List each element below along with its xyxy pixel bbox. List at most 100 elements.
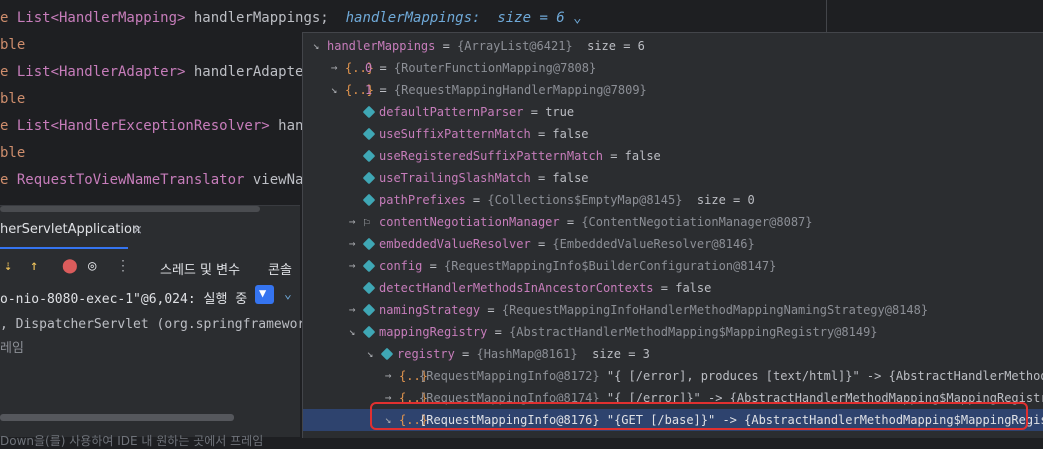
variable-text: contentNegotiationManager = {ContentNego… [379, 211, 813, 233]
variable-row[interactable]: ↘ handlerMappings = {ArrayList@6421} size… [303, 35, 1043, 57]
equals-sign: = [487, 325, 510, 339]
frames-horizontal-scrollbar[interactable] [0, 414, 234, 421]
keyword: e [0, 172, 17, 188]
expand-icon[interactable]: → [381, 365, 395, 387]
close-icon[interactable]: × [132, 223, 143, 238]
variable-text: pathPrefixes = {Collections$EmptyMap@814… [379, 189, 755, 211]
variable-name: useTrailingSlashMatch [379, 171, 531, 185]
collapse-icon[interactable]: ↘ [345, 321, 359, 343]
run-config-tab[interactable]: herServletApplication [0, 222, 140, 237]
expand-icon[interactable]: → [345, 211, 359, 233]
variable-text: detectHandlerMethodsInAncestorContexts =… [379, 277, 711, 299]
variable-row[interactable]: ↘ mappingRegistry = {AbstractHandlerMetho… [303, 321, 1043, 343]
inline-value-hint[interactable]: handlerMappings: size = 6 [346, 10, 565, 26]
keyword: ble [0, 91, 26, 107]
field-icon [362, 171, 376, 185]
variable-row[interactable]: → {..} 0 = {RouterFunctionMapping@7808} [303, 57, 1043, 79]
variable-name: contentNegotiationManager [379, 215, 560, 229]
variable-row[interactable]: defaultPatternParser = true [303, 101, 1043, 123]
variable-text: config = {RequestMappingInfo$BuilderConf… [379, 255, 776, 277]
variable-value: size = 6 [572, 39, 645, 53]
variable-row[interactable]: useSuffixPatternMatch = false [303, 123, 1043, 145]
filter-button[interactable]: ▼ [255, 285, 274, 304]
variable-row[interactable]: pathPrefixes = {Collections$EmptyMap@814… [303, 189, 1043, 211]
variable-row[interactable]: → config = {RequestMappingInfo$BuilderCon… [303, 255, 1043, 277]
step-out-icon[interactable]: ↑ [30, 258, 38, 274]
variable-text: registry = {HashMap@8161} size = 3 [397, 343, 650, 365]
variable-text: {RequestMappingInfo@8172} "{ [/error], p… [419, 365, 1043, 387]
type-reference: {Collections$EmptyMap@8145} [487, 193, 683, 207]
type-reference: {RequestMappingInfo$BuilderConfiguration… [444, 259, 777, 273]
flag-icon: ⚐ [363, 215, 371, 229]
variable-value: false [552, 171, 589, 185]
code-line: e RequestToViewNameTranslator viewNameTr [0, 167, 337, 194]
expand-icon[interactable]: → [327, 57, 341, 79]
variable-value: true [545, 105, 575, 119]
variable-row[interactable]: → embeddedValueResolver = {EmbeddedValueR… [303, 233, 1043, 255]
collapse-icon[interactable]: ↘ [363, 343, 377, 365]
type-reference: {EmbeddedValueResolver@8146} [552, 237, 755, 251]
keyword: e [0, 64, 17, 80]
variable-row[interactable]: detectHandlerMethodsInAncestorContexts =… [303, 277, 1043, 299]
variable-row[interactable]: ↘ {..} 1 = {RequestMappingHandlerMapping@7… [303, 79, 1043, 101]
code-line: ble [0, 32, 25, 59]
variable-text: 0 = {RouterFunctionMapping@7808} [365, 57, 596, 79]
variable-text: mappingRegistry = {AbstractHandlerMethod… [379, 321, 878, 343]
field-icon [362, 237, 376, 251]
expand-icon[interactable]: → [345, 255, 359, 277]
code-line: e List<HandlerExceptionResolver> handler [0, 113, 337, 140]
variable-row[interactable]: useTrailingSlashMatch = false [303, 167, 1043, 189]
variable-row[interactable]: → {..} {RequestMappingInfo@8172} "{ [/erro… [303, 365, 1043, 387]
collapse-icon[interactable]: ↘ [327, 79, 341, 101]
code-line: ble [0, 86, 25, 113]
chevron-down-icon[interactable]: ⌄ [284, 287, 292, 302]
mute-breakpoints-icon[interactable]: ◎ [88, 258, 96, 274]
type-reference: {RequestMappingHandlerMapping@7809} [393, 83, 647, 97]
hint-text: Down을(를) 사용하여 IDE 내 원하는 곳에서 프레임 [0, 434, 264, 448]
variable-row[interactable]: ↘ registry = {HashMap@8161} size = 3 [303, 343, 1043, 365]
collapse-icon[interactable]: ↘ [309, 35, 323, 57]
equals-sign: = [372, 83, 394, 97]
variable-text: handlerMappings = {ArrayList@6421} size … [327, 35, 645, 57]
more-options-icon[interactable]: ⋮ [116, 258, 130, 274]
editor-horizontal-scrollbar[interactable] [0, 206, 260, 212]
type-reference: {RequestMappingInfo@8172} [419, 369, 600, 383]
highlight-annotation [370, 402, 1028, 430]
tab-threads-variables[interactable]: 스레드 및 변수 [160, 259, 240, 278]
stop-icon[interactable]: ⬤ [62, 258, 78, 274]
variable-row[interactable]: → ⚐ contentNegotiationManager = {ContentNe… [303, 211, 1043, 233]
variable-text: defaultPatternParser = true [379, 101, 574, 123]
variable-value: "{ [/error], produces [text/html]}" -> {… [606, 369, 1043, 383]
stack-frame-item[interactable]: , DispatcherServlet (org.springframework… [0, 317, 337, 332]
tab-console[interactable]: 콘솔 [268, 259, 292, 278]
field-icon [362, 281, 376, 295]
equals-sign: = [530, 171, 553, 185]
type-name: List<HandlerMapping> [16, 10, 186, 26]
step-into-icon[interactable]: ⇣ [4, 258, 12, 274]
variable-text: embeddedValueResolver = {EmbeddedValueRe… [379, 233, 755, 255]
equals-sign: = [530, 127, 553, 141]
variables-popup: ↘ handlerMappings = {ArrayList@6421} size… [302, 32, 1043, 438]
field-icon [362, 149, 376, 163]
variable-value: false [552, 127, 589, 141]
expand-icon[interactable]: → [345, 233, 359, 255]
frames-label: 레임 [0, 341, 24, 356]
expand-icon[interactable]: → [345, 299, 359, 321]
variable-value: false [675, 281, 712, 295]
type-name: RequestToViewNameTranslator [16, 172, 245, 188]
variable-name: useRegisteredSuffixPatternMatch [379, 149, 603, 163]
variable-text: useSuffixPatternMatch = false [379, 123, 589, 145]
variable-row[interactable]: → namingStrategy = {RequestMappingInfoHan… [303, 299, 1043, 321]
type-reference: {ContentNegotiationManager@8087} [581, 215, 813, 229]
code-line: e List<HandlerAdapter> handlerAdapters; [0, 59, 329, 86]
equals-sign: = [602, 149, 625, 163]
variable-name: config [379, 259, 423, 273]
filter-icon: ▼ [259, 286, 267, 300]
type-name: List<HandlerExceptionResolver> [16, 118, 270, 134]
chevron-down-icon[interactable]: ⌄ [565, 10, 581, 26]
keyword: e [0, 10, 17, 26]
field-icon [362, 127, 376, 141]
variable-text: 1 = {RequestMappingHandlerMapping@7809} [365, 79, 647, 101]
variable-row[interactable]: useRegisteredSuffixPatternMatch = false [303, 145, 1043, 167]
variable-value: false [624, 149, 661, 163]
